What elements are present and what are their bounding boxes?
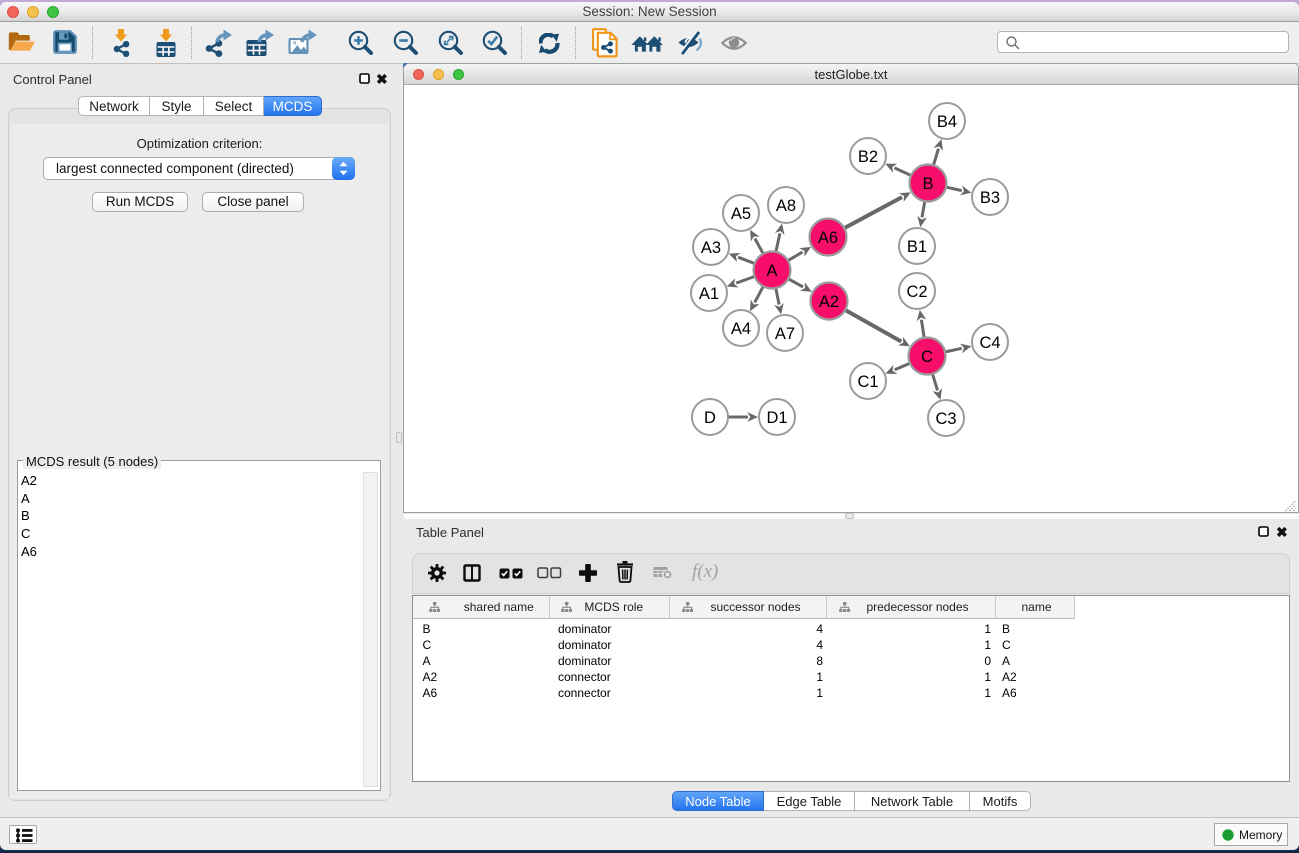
svg-text:C: C xyxy=(921,348,933,366)
svg-text:A4: A4 xyxy=(731,320,751,338)
svg-text:A: A xyxy=(766,262,777,280)
svg-text:C3: C3 xyxy=(935,410,956,428)
svg-text:C1: C1 xyxy=(857,373,878,391)
svg-text:A2: A2 xyxy=(819,293,839,311)
svg-text:A6: A6 xyxy=(818,229,838,247)
svg-text:A5: A5 xyxy=(731,205,751,223)
svg-text:A1: A1 xyxy=(699,285,719,303)
svg-text:A3: A3 xyxy=(701,239,721,257)
svg-text:B1: B1 xyxy=(907,238,927,256)
svg-text:A8: A8 xyxy=(776,197,796,215)
svg-text:C4: C4 xyxy=(979,334,1000,352)
svg-text:D: D xyxy=(704,409,716,427)
svg-text:B3: B3 xyxy=(980,189,1000,207)
svg-text:C2: C2 xyxy=(906,283,927,301)
svg-text:B2: B2 xyxy=(858,148,878,166)
svg-text:A7: A7 xyxy=(775,325,795,343)
svg-text:B4: B4 xyxy=(937,113,957,131)
svg-text:D1: D1 xyxy=(766,409,787,427)
svg-text:B: B xyxy=(922,175,933,193)
